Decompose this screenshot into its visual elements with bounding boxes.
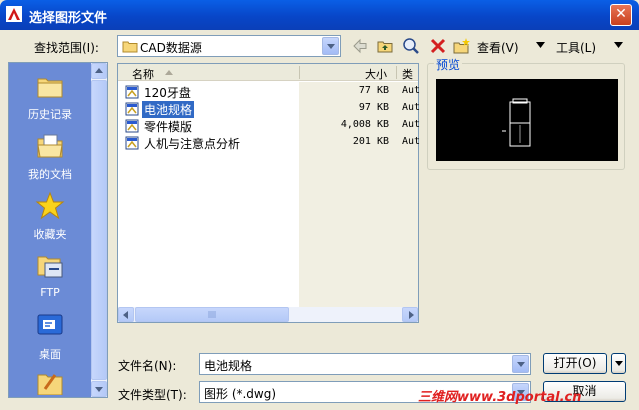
preview-label: 预览 [434,56,463,73]
file-row[interactable]: 人机与注意点分析 201 KB Aut [120,135,420,151]
file-size: 201 KB [352,136,389,147]
places-scrollbar[interactable] [91,63,107,397]
scroll-down-button[interactable] [91,381,107,397]
filetype-value: 图形 (*.dwg) [204,387,277,401]
dropdown-arrow-icon [615,361,623,366]
file-size: 77 KB [358,85,389,96]
ftp-icon [37,256,63,278]
watermark: 三维网www.3dportal.cn [418,390,582,405]
filename-combo[interactable]: 电池规格 [199,353,531,375]
tools-menu[interactable]: 工具(L) [556,39,596,56]
file-size: 4,008 KB [340,119,389,130]
place-ftp[interactable]: FTP [9,247,91,307]
title-bar: 选择图形文件 ✕ [0,0,639,30]
scroll-left-button[interactable] [118,307,134,322]
column-header-type[interactable]: 类 [402,66,413,82]
horizontal-scroll-thumb[interactable] [135,307,289,322]
place-label: 历史记录 [28,108,72,121]
horizontal-scrollbar[interactable] [118,307,418,322]
place-favorites[interactable]: 收藏夹 [9,187,91,247]
places-bar: 历史记录 我的文档 收藏夹 FTP 桌面 [8,62,108,398]
filetype-label: 文件类型(T): [118,388,187,402]
open-button[interactable]: 打开(O) [543,353,607,374]
place-history[interactable]: 历史记录 [9,67,91,127]
filename-value[interactable]: 电池规格 [204,357,252,374]
folder-icon [122,41,138,53]
file-name: 人机与注意点分析 [144,137,241,151]
desktop-icon [37,314,63,335]
look-in-value: CAD数据源 [140,41,202,55]
filename-label: 文件名(N): [118,359,177,373]
window-title: 选择图形文件 [29,11,108,26]
close-button[interactable]: ✕ [610,4,632,26]
column-divider[interactable] [396,66,397,79]
place-label: FTP [40,286,60,299]
place-label: 桌面 [39,348,61,361]
preview-canvas [436,79,618,161]
favorites-star-icon [35,191,65,220]
autocad-app-icon [6,6,22,22]
open-options-button[interactable] [611,353,626,374]
chevron-down-icon[interactable] [322,37,339,55]
dwg-file-icon [125,119,139,133]
place-label: 收藏夹 [33,228,67,241]
drawing-thumbnail [502,98,531,147]
file-type: Aut [402,102,420,113]
more-places-icon[interactable] [35,369,65,395]
my-documents-icon [37,134,63,158]
new-folder-icon[interactable] [453,37,471,55]
column-header-size[interactable]: 大小 [365,66,387,82]
place-desktop[interactable]: 桌面 [9,307,91,367]
file-name: 120牙盘 [144,86,191,100]
search-web-icon[interactable] [402,37,420,55]
view-menu[interactable]: 查看(V) [477,39,519,56]
dwg-file-icon [125,136,139,150]
grip-icon [208,311,216,318]
file-type: Aut [402,119,420,130]
file-row-selected[interactable]: 电池规格 97 KB Aut [120,101,420,118]
file-name: 电池规格 [142,101,195,118]
dwg-file-icon [125,102,139,116]
file-row[interactable]: 120牙盘 77 KB Aut [120,84,420,100]
place-label: 我的文档 [28,168,72,181]
file-type: Aut [402,85,420,96]
file-type: Aut [402,136,420,147]
scroll-right-button[interactable] [402,307,418,322]
file-name: 零件模版 [144,120,193,134]
look-in-combo[interactable]: CAD数据源 [117,35,341,57]
folder-history-icon [37,78,63,98]
column-header-name[interactable]: 名称 [132,66,154,82]
column-divider[interactable] [299,66,300,79]
column-header-row: 名称 大小 类 [118,64,418,81]
file-list[interactable]: 名称 大小 类 120牙盘 77 KB Aut 电池规格 97 KB Aut 零… [117,63,420,323]
sort-ascending-icon [165,70,173,75]
view-dropdown-arrow-icon[interactable] [536,42,545,48]
place-my-documents[interactable]: 我的文档 [9,127,91,187]
look-in-label: 查找范围(I): [34,41,99,55]
tools-dropdown-arrow-icon[interactable] [614,42,623,48]
file-size: 97 KB [358,102,389,113]
chevron-down-icon[interactable] [512,355,529,373]
scroll-up-button[interactable] [91,63,107,79]
file-row[interactable]: 零件模版 4,008 KB Aut [120,118,420,134]
dwg-file-icon [125,85,139,99]
up-folder-icon[interactable] [376,37,394,55]
back-arrow-icon[interactable] [351,37,369,55]
scroll-thumb[interactable] [91,80,107,380]
delete-icon[interactable] [429,37,447,55]
